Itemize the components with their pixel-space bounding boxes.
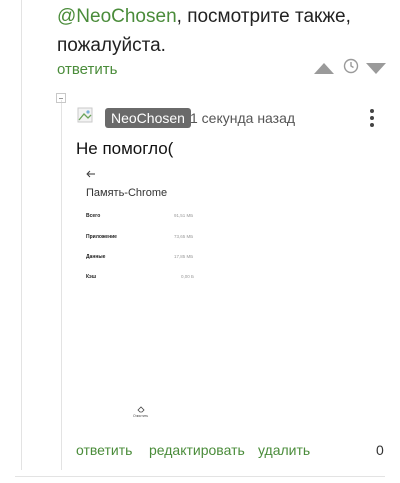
more-options-button[interactable] [370, 106, 374, 130]
upvote-triangle-icon [314, 63, 334, 74]
memory-row-label: Приложение [86, 234, 117, 240]
thread-line-inner [61, 100, 62, 470]
clear-cache-label: Очистить [133, 414, 149, 418]
comment-rating: 0 [376, 442, 384, 458]
screenshot-title: Память-Chrome [86, 187, 168, 199]
memory-row-value: 73,65 МБ [174, 234, 194, 239]
memory-row-value: 17,85 МБ [174, 254, 194, 259]
downvote-triangle-icon [366, 63, 386, 74]
edit-link[interactable]: редактировать [149, 442, 245, 458]
collapse-minus-icon[interactable] [56, 93, 66, 103]
memory-row-value: 0,00 Б [181, 274, 194, 279]
user-mention-link[interactable]: @NeoChosen [57, 6, 177, 27]
reply-link[interactable]: ответить [76, 442, 132, 458]
kebab-menu-icon [370, 109, 374, 113]
comment-timestamp: 1 секунда назад [190, 110, 296, 126]
delete-link[interactable]: удалить [258, 442, 310, 458]
kebab-dot [370, 116, 374, 120]
parent-reply-link[interactable]: ответить [57, 61, 117, 78]
thread-line-outer [21, 0, 22, 470]
kebab-dot [370, 123, 374, 127]
history-button[interactable] [343, 58, 359, 79]
attached-screenshot[interactable]: Память-Chrome Всего 91,51 МБ Приложение … [76, 166, 286, 426]
divider [15, 476, 385, 477]
memory-row-label: Данные [86, 254, 106, 260]
eraser-icon [137, 406, 145, 413]
memory-row-label: Кэш [86, 274, 96, 280]
back-arrow-icon [86, 170, 95, 178]
clock-icon [343, 58, 359, 74]
memory-row-label: Всего [86, 213, 101, 219]
upvote-button[interactable] [314, 63, 334, 74]
avatar[interactable] [76, 106, 96, 131]
downvote-button[interactable] [366, 63, 386, 74]
comment-text: Не помогло( [76, 139, 174, 158]
broken-image-avatar-icon [77, 107, 93, 123]
author-badge[interactable]: NeoChosen [105, 108, 191, 128]
parent-comment-text: @NeoChosen, посмотрите также, пожалуйста… [57, 2, 387, 60]
memory-row-value: 91,51 МБ [174, 213, 194, 218]
